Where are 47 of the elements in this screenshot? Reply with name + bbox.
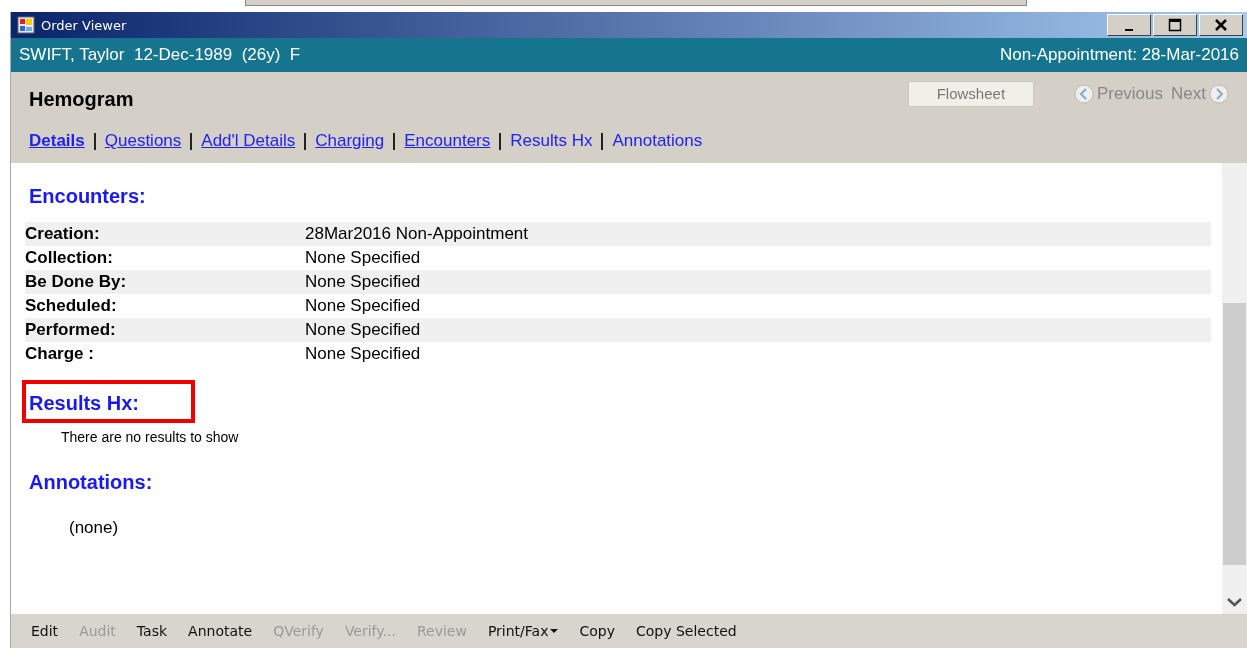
chevron-right-icon	[1209, 83, 1229, 104]
nav-link[interactable]: Add'l Details	[201, 131, 296, 151]
field-label: Collection:	[25, 248, 114, 268]
field-label: Performed:	[25, 320, 117, 340]
field-label: Be Done By:	[25, 272, 128, 292]
close-icon	[1214, 18, 1228, 32]
flowsheet-button[interactable]: Flowsheet	[907, 80, 1034, 107]
field-value: None Specified	[305, 344, 421, 364]
toolbar-button[interactable]: Annotate	[178, 623, 263, 639]
caret-icon	[550, 628, 559, 634]
order-title: Hemogram	[29, 88, 135, 111]
toolbar-button[interactable]: Copy	[569, 623, 625, 639]
section-heading: Results Hx:	[22, 380, 196, 423]
field-value: None Specified	[305, 272, 421, 292]
close-button[interactable]	[1199, 14, 1243, 36]
section-heading: Annotations:	[28, 470, 154, 495]
scroll-thumb[interactable]	[1223, 303, 1246, 565]
toolbar-button[interactable]: Print/Fax	[477, 623, 569, 639]
empty-message: There are no results to show	[61, 429, 240, 445]
nav-link[interactable]: Charging	[315, 131, 385, 151]
patient-info: SWIFT, Taylor 12-Dec-1989 (26y) F	[19, 45, 301, 65]
maximize-icon	[1168, 18, 1182, 32]
field-value: 28Mar2016 Non-Appointment	[305, 224, 529, 244]
nav-link[interactable]: Encounters	[404, 131, 491, 151]
field-value: None Specified	[305, 296, 421, 316]
field-label: Creation:	[25, 224, 101, 244]
nav-link[interactable]: Questions	[104, 131, 182, 151]
field-label: Charge :	[25, 344, 95, 364]
window-title: Order Viewer	[41, 17, 128, 33]
maximize-button[interactable]	[1153, 14, 1197, 36]
encounter-info: Non-Appointment: 28-Mar-2016	[999, 45, 1239, 65]
toolbar-button[interactable]: Task	[126, 623, 178, 639]
nav-link[interactable]: Annotations	[612, 131, 703, 151]
nav-link[interactable]: Results Hx	[510, 131, 593, 151]
annotation-text: (none)	[69, 518, 120, 538]
minimize-icon	[1125, 28, 1133, 31]
nav-link[interactable]: Details	[29, 131, 85, 151]
field-label: Scheduled:	[25, 296, 118, 316]
section-heading: Encounters:	[28, 184, 147, 209]
app-icon	[17, 16, 35, 34]
toolbar-button[interactable]: Copy Selected	[626, 623, 747, 639]
field-value: None Specified	[305, 320, 421, 340]
minimize-button[interactable]	[1107, 14, 1151, 36]
toolbar-button[interactable]: Edit	[21, 623, 69, 639]
field-value: None Specified	[305, 248, 421, 268]
chevron-left-icon	[1073, 83, 1094, 104]
scrollbar[interactable]	[1222, 163, 1247, 614]
